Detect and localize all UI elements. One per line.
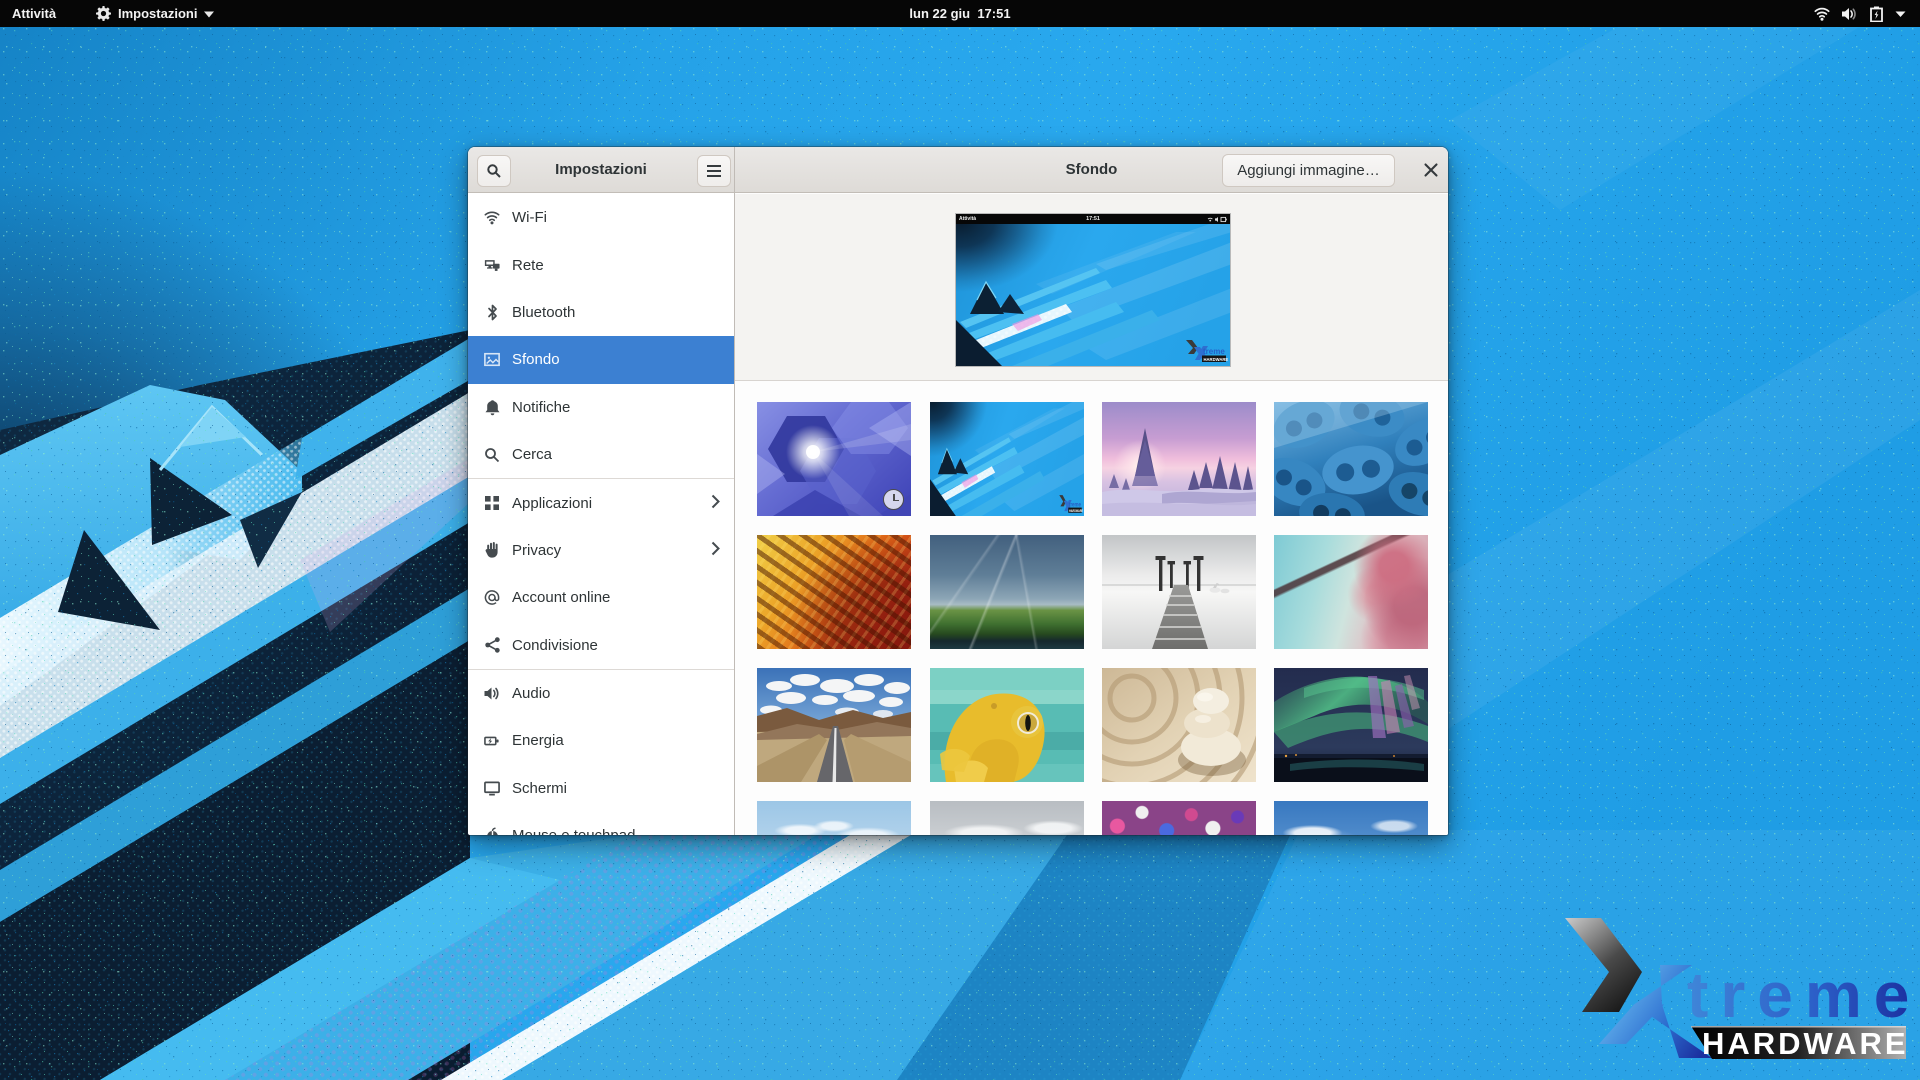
svg-text:HARDWARE: HARDWARE xyxy=(1702,1026,1909,1061)
svg-text:treme: treme xyxy=(1687,959,1920,1031)
